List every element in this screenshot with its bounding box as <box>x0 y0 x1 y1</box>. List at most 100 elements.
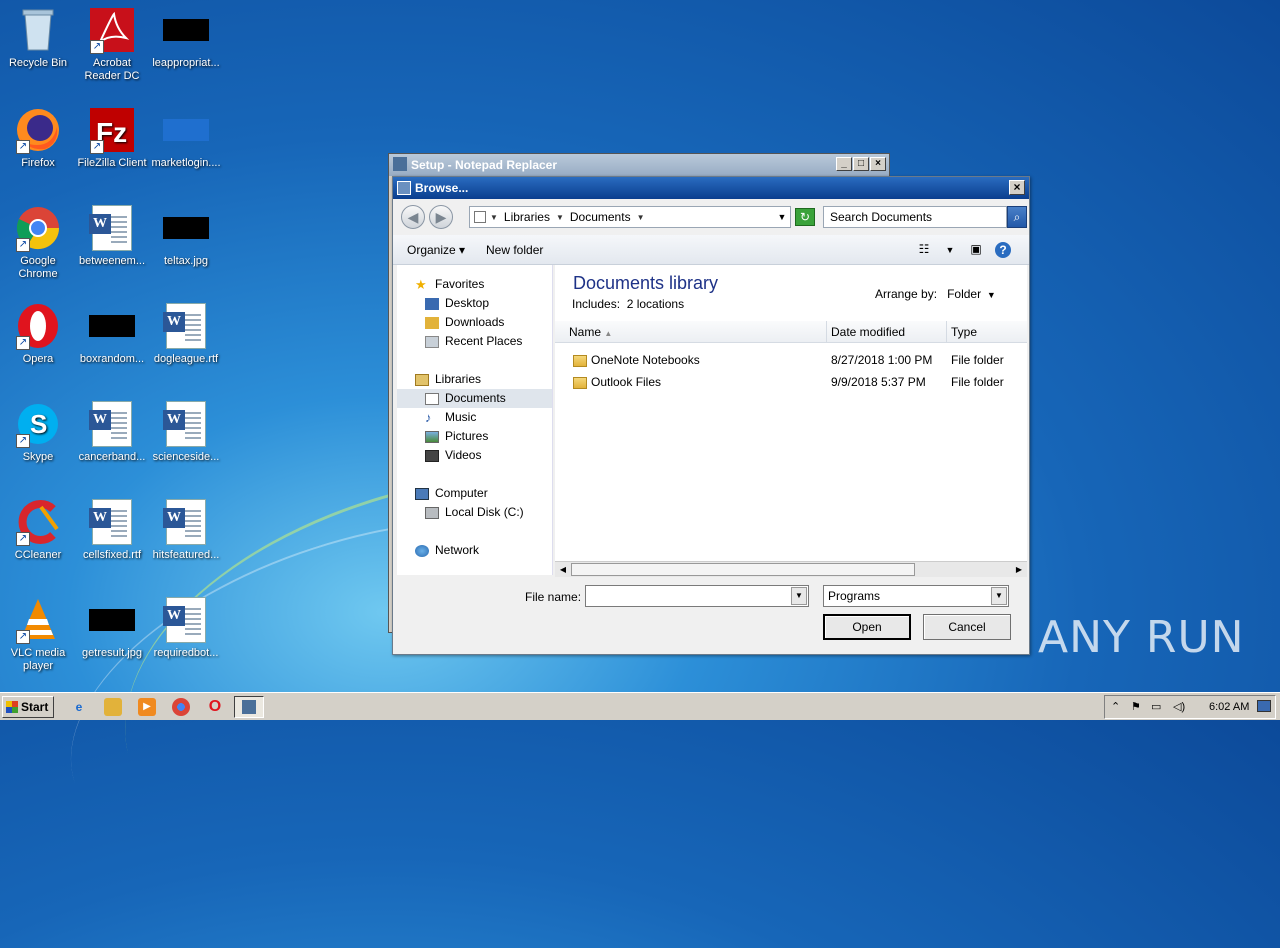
search-icon[interactable]: ⌕ <box>1007 206 1027 228</box>
svg-text:S: S <box>30 409 47 439</box>
preview-pane-icon[interactable]: ▣ <box>967 242 985 258</box>
start-button[interactable]: Start <box>2 696 54 718</box>
scroll-right-arrow-icon[interactable]: ▶ <box>1011 562 1027 577</box>
column-name[interactable]: Name ▲ <box>555 321 827 343</box>
desktop-icon-vlc[interactable]: ↗ VLC media player <box>0 596 76 673</box>
setup-title-bar[interactable]: Setup - Notepad Replacer _ □ × <box>389 154 889 176</box>
desktop-icon-image[interactable]: marketlogin.... <box>148 106 224 170</box>
horizontal-scrollbar[interactable]: ◀ ▶ <box>555 561 1027 577</box>
show-hidden-icons-icon[interactable]: ⌃ <box>1111 700 1120 713</box>
view-options-icon[interactable]: ☷ <box>915 242 933 258</box>
desktop-icon-word-doc[interactable]: W cancerband... <box>74 400 150 464</box>
desktop-icon-skype[interactable]: S ↗ Skype <box>0 400 76 464</box>
internet-explorer-icon[interactable]: e <box>70 698 88 716</box>
address-bar[interactable]: ▼ Libraries ▼ Documents ▼ <box>469 206 791 228</box>
breadcrumb-libraries[interactable]: Libraries <box>504 210 550 224</box>
help-icon[interactable]: ? <box>995 242 1011 258</box>
cancel-button[interactable]: Cancel <box>923 614 1011 640</box>
nav-computer[interactable]: Computer <box>415 484 488 503</box>
desktop-icon-word-doc[interactable]: W dogleague.rtf <box>148 302 224 366</box>
command-toolbar: Organize ▾ New folder ☷ ▼ ▣ ? <box>393 235 1029 265</box>
chevron-down-icon[interactable]: ▼ <box>490 213 498 222</box>
scroll-left-arrow-icon[interactable]: ◀ <box>555 562 571 577</box>
close-button[interactable]: × <box>870 157 886 171</box>
desktop-icon-chrome[interactable]: ↗ Google Chrome <box>0 204 76 281</box>
library-includes[interactable]: Includes: 2 locations <box>572 297 684 311</box>
desktop-icon-image[interactable]: getresult.jpg <box>74 596 150 660</box>
column-date-modified[interactable]: Date modified <box>827 321 947 343</box>
chevron-down-icon[interactable]: ▼ <box>556 213 564 222</box>
row-date: 8/27/2018 1:00 PM <box>831 353 933 367</box>
back-button[interactable]: ◀ <box>401 205 425 229</box>
nav-recent-places[interactable]: Recent Places <box>425 332 522 351</box>
dialog-close-button[interactable]: × <box>1009 180 1025 195</box>
nav-downloads[interactable]: Downloads <box>425 313 504 332</box>
nav-label: Local Disk (C:) <box>445 505 524 519</box>
desktop-icon-image[interactable]: leappropriat... <box>148 6 224 70</box>
image-thumbnail-icon <box>162 204 210 252</box>
clock[interactable]: 6:02 AM <box>1209 701 1249 713</box>
nav-label: Network <box>435 543 480 557</box>
arrange-by-dropdown[interactable]: Folder <box>947 287 981 301</box>
desktop-icon-word-doc[interactable]: W hitsfeatured... <box>148 498 224 562</box>
organize-button[interactable]: Organize ▾ <box>407 243 465 257</box>
vlc-icon: ↗ <box>14 596 62 644</box>
includes-value[interactable]: 2 locations <box>627 297 684 311</box>
file-type-select[interactable]: Programs ▼ <box>823 585 1009 607</box>
column-type[interactable]: Type <box>947 321 1027 343</box>
search-input[interactable]: Search Documents <box>823 206 1007 228</box>
nav-favorites[interactable]: ★ Favorites <box>415 275 484 294</box>
taskbar: Start e ▶ O ⌃ ⚑ ▭ ◁) 6:02 AM <box>0 692 1280 720</box>
minimize-button[interactable]: _ <box>836 157 852 171</box>
desktop-icon-word-doc[interactable]: W cellsfixed.rtf <box>74 498 150 562</box>
taskbar-setup-app[interactable] <box>234 696 264 718</box>
dialog-title-bar[interactable]: Browse... × <box>393 177 1029 199</box>
forward-button[interactable]: ▶ <box>429 205 453 229</box>
chevron-down-icon[interactable]: ▼ <box>637 213 645 222</box>
address-history-dropdown[interactable]: ▼ <box>774 206 790 228</box>
open-button[interactable]: Open <box>823 614 911 640</box>
new-folder-button[interactable]: New folder <box>486 243 543 257</box>
nav-documents[interactable]: Documents <box>397 389 552 408</box>
nav-music[interactable]: ♪ Music <box>425 408 476 427</box>
desktop-icon-opera[interactable]: ↗ Opera <box>0 302 76 366</box>
word-document-icon: W <box>162 302 210 350</box>
nav-videos[interactable]: Videos <box>425 446 481 465</box>
table-row[interactable]: Outlook Files 9/9/2018 5:37 PM File fold… <box>555 371 1027 393</box>
nav-local-disk[interactable]: Local Disk (C:) <box>425 503 524 522</box>
nav-network[interactable]: Network <box>415 541 479 560</box>
chevron-down-icon[interactable]: ▼ <box>991 587 1007 605</box>
chevron-down-icon[interactable]: ▼ <box>941 242 959 258</box>
scrollbar-thumb[interactable] <box>571 563 915 576</box>
desktop-icon-image[interactable]: teltax.jpg <box>148 204 224 268</box>
action-center-flag-icon[interactable]: ⚑ <box>1131 700 1141 713</box>
desktop-icon-ccleaner[interactable]: ↗ CCleaner <box>0 498 76 562</box>
nav-desktop[interactable]: Desktop <box>425 294 489 313</box>
nav-pictures[interactable]: Pictures <box>425 427 488 446</box>
media-player-icon[interactable]: ▶ <box>138 698 156 716</box>
desktop-icon-word-doc[interactable]: W requiredbot... <box>148 596 224 660</box>
table-row[interactable]: OneNote Notebooks 8/27/2018 1:00 PM File… <box>555 349 1027 371</box>
shortcut-arrow-icon: ↗ <box>90 140 104 154</box>
desktop-icon-image[interactable]: boxrandom... <box>74 302 150 366</box>
show-desktop-icon[interactable] <box>1257 700 1271 712</box>
explorer-icon[interactable] <box>104 698 122 716</box>
desktop-icon-word-doc[interactable]: W scienceside... <box>148 400 224 464</box>
breadcrumb-documents[interactable]: Documents <box>570 210 631 224</box>
desktop-icon-recycle-bin[interactable]: Recycle Bin <box>0 6 76 70</box>
desktop-icon-acrobat[interactable]: ↗ Acrobat Reader DC <box>74 6 150 83</box>
desktop-icon-firefox[interactable]: ↗ Firefox <box>0 106 76 170</box>
chevron-down-icon[interactable]: ▼ <box>791 587 807 605</box>
volume-icon[interactable]: ◁) <box>1173 700 1185 713</box>
refresh-button[interactable]: ↻ <box>795 208 815 226</box>
chevron-down-icon[interactable]: ▼ <box>984 290 996 300</box>
opera-icon[interactable]: O <box>206 698 224 716</box>
chrome-icon[interactable] <box>172 698 190 716</box>
maximize-button[interactable]: □ <box>853 157 869 171</box>
desktop-icon-word-doc[interactable]: W betweenem... <box>74 204 150 268</box>
icon-label: boxrandom... <box>79 353 145 365</box>
nav-libraries[interactable]: Libraries <box>415 370 481 389</box>
network-icon[interactable]: ▭ <box>1151 700 1161 713</box>
desktop-icon-filezilla[interactable]: Fz ↗ FileZilla Client <box>74 106 150 170</box>
file-name-input[interactable]: ▼ <box>585 585 809 607</box>
